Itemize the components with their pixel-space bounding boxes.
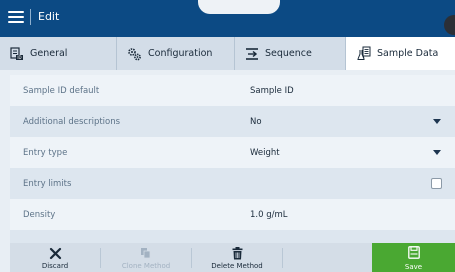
copy-icon <box>141 248 151 259</box>
save-button[interactable]: Save <box>372 243 455 272</box>
setting-row-entry-limits[interactable]: Entry limits <box>10 168 455 199</box>
sequence-icon <box>246 47 258 60</box>
setting-value: 1.0 g/mL <box>250 209 288 220</box>
clone-method-label: Clone Method <box>121 262 171 270</box>
delete-method-button[interactable]: Delete Method <box>192 243 282 272</box>
setting-value: Weight <box>250 147 280 158</box>
pull-down-handle[interactable] <box>198 0 280 14</box>
entry-limits-checkbox[interactable] <box>431 178 442 189</box>
setting-value: No <box>250 116 262 127</box>
setting-value: Sample ID <box>250 85 294 96</box>
setting-row-additional-descriptions[interactable]: Additional descriptions No <box>10 106 455 137</box>
save-label: Save <box>404 263 423 271</box>
discard-button[interactable]: Discard <box>10 243 100 272</box>
tab-configuration[interactable]: Configuration <box>117 37 235 70</box>
setting-label: Additional descriptions <box>23 116 121 127</box>
header-divider <box>30 9 31 25</box>
setting-label: Density <box>23 209 56 220</box>
close-icon <box>49 247 61 259</box>
tab-sequence[interactable]: Sequence <box>235 37 346 70</box>
tab-bar: ID General Configuration Sequence Sample… <box>0 37 455 70</box>
tab-general-label: General <box>30 48 68 59</box>
setting-label: Entry limits <box>23 178 72 189</box>
chevron-down-icon[interactable] <box>433 119 441 124</box>
tab-sequence-label: Sequence <box>265 48 312 59</box>
general-settings-icon: ID <box>10 46 23 60</box>
setting-row-sample-id-default[interactable]: Sample ID default Sample ID <box>10 75 455 106</box>
tab-sample-data-label: Sample Data <box>377 48 439 59</box>
discard-label: Discard <box>41 262 69 270</box>
chevron-down-icon[interactable] <box>433 150 441 155</box>
hamburger-menu-icon[interactable] <box>8 9 24 25</box>
tab-general[interactable]: ID General <box>0 37 117 70</box>
delete-method-label: Delete Method <box>211 262 263 270</box>
top-bar: Edit <box>0 0 455 38</box>
save-icon <box>407 246 420 259</box>
setting-row-entry-type[interactable]: Entry type Weight <box>10 137 455 168</box>
tab-configuration-label: Configuration <box>148 48 213 59</box>
sample-data-icon <box>357 46 371 60</box>
setting-row-density[interactable]: Density 1.0 g/mL <box>10 199 455 230</box>
sample-data-settings-list: Sample ID default Sample ID Additional d… <box>10 75 455 243</box>
setting-label: Sample ID default <box>23 85 100 96</box>
setting-row-partial <box>10 230 455 243</box>
user-status-icon[interactable] <box>444 15 455 35</box>
tab-sample-data[interactable]: Sample Data <box>346 37 455 70</box>
page-title: Edit <box>38 10 60 23</box>
svg-text:ID: ID <box>17 55 21 60</box>
toolbar-divider <box>282 248 283 268</box>
bottom-toolbar: Discard Clone Method Delete Method Save <box>10 243 455 272</box>
trash-icon <box>232 246 242 259</box>
setting-label: Entry type <box>23 147 68 158</box>
clone-method-button[interactable]: Clone Method <box>101 243 191 272</box>
gears-icon <box>128 47 141 60</box>
